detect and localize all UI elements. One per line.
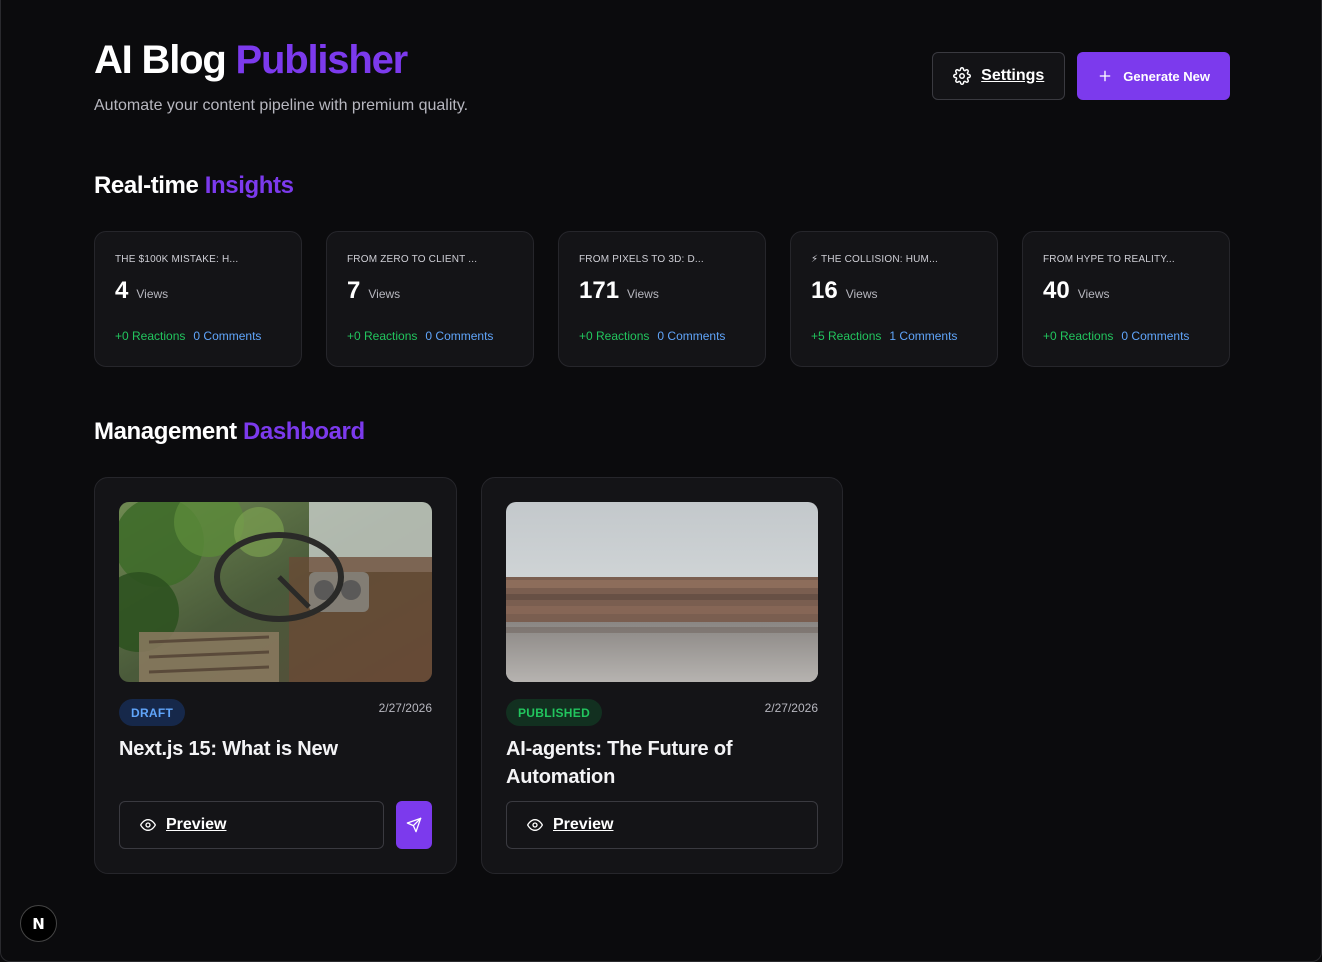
insight-views: 40 Views: [1043, 277, 1209, 305]
settings-label: Settings: [981, 67, 1045, 84]
header-actions: Settings Generate New: [932, 52, 1230, 100]
post-cards: DRAFT 2/27/2026 Next.js 15: What is New …: [94, 477, 843, 874]
status-badge: PUBLISHED: [506, 699, 603, 726]
plus-icon: [1097, 68, 1113, 84]
insight-engagement: +0 Reactions 0 Comments: [1043, 329, 1189, 343]
insights-cards: THE $100K MISTAKE: H... 4 Views +0 Reacti…: [94, 231, 1230, 367]
preview-button[interactable]: Preview: [506, 801, 818, 849]
views-unit: Views: [368, 287, 401, 301]
views-count: 7: [347, 277, 361, 304]
dashboard-heading-accent: Dashboard: [242, 418, 365, 445]
insight-post-title: ⚡ THE COLLISION: HUM...: [811, 254, 939, 265]
post-date: 2/27/2026: [764, 701, 818, 715]
views-unit: Views: [1077, 287, 1110, 301]
nextjs-dev-badge[interactable]: N: [20, 905, 57, 942]
insight-views: 7 Views: [347, 277, 513, 305]
insight-views: 4 Views: [115, 277, 281, 305]
post-cover-image: [506, 502, 818, 682]
reactions-count: +5 Reactions: [811, 329, 882, 343]
views-count: 16: [811, 277, 838, 304]
post-cover-image: [119, 502, 432, 682]
title-accent: Publisher: [235, 38, 409, 82]
preview-button[interactable]: Preview: [119, 801, 384, 849]
comments-count: 0 Comments: [657, 329, 726, 343]
status-badge: DRAFT: [119, 699, 186, 726]
comments-count: 0 Comments: [425, 329, 494, 343]
comments-count: 1 Comments: [889, 329, 958, 343]
insight-post-title: FROM HYPE TO REALITY...: [1043, 254, 1175, 265]
dashboard-heading: Management Dashboard: [94, 418, 365, 446]
dashboard-heading-primary: Management: [94, 418, 237, 445]
eye-icon: [527, 817, 543, 833]
views-count: 171: [579, 277, 620, 304]
views-count: 4: [115, 277, 129, 304]
insight-post-title: FROM PIXELS TO 3D: D...: [579, 254, 704, 265]
post-title: AI-agents: The Future of Automation: [506, 738, 733, 788]
insight-views: 171 Views: [579, 277, 745, 305]
preview-label: Preview: [553, 816, 614, 833]
reactions-count: +0 Reactions: [1043, 329, 1114, 343]
post-date: 2/27/2026: [378, 701, 432, 715]
insight-engagement: +0 Reactions 0 Comments: [347, 329, 493, 343]
app-window: AI Blog Publisher Automate your content …: [0, 0, 1322, 962]
views-count: 40: [1043, 277, 1070, 304]
insight-post-title: FROM ZERO TO CLIENT ...: [347, 254, 478, 265]
reactions-count: +0 Reactions: [579, 329, 650, 343]
reactions-count: +0 Reactions: [347, 329, 418, 343]
page-subtitle: Automate your content pipeline with prem…: [94, 97, 469, 114]
page-title: AI Blog Publisher: [94, 38, 409, 83]
gear-icon: [953, 67, 972, 85]
insight-card[interactable]: FROM ZERO TO CLIENT ... 7 Views +0 Reacti…: [326, 231, 534, 367]
insight-card[interactable]: FROM PIXELS TO 3D: D... 171 Views +0 Reac…: [558, 231, 766, 367]
insights-heading-accent: Insights: [204, 172, 294, 199]
views-unit: Views: [627, 287, 659, 301]
send-icon: [406, 817, 422, 833]
generate-label: Generate New: [1123, 68, 1210, 84]
page-header: AI Blog Publisher Automate your content …: [94, 0, 1230, 140]
main-container: AI Blog Publisher Automate your content …: [94, 0, 1230, 874]
insight-engagement: +0 Reactions 0 Comments: [579, 329, 725, 343]
insight-engagement: +0 Reactions 0 Comments: [115, 329, 261, 343]
preview-label: Preview: [166, 816, 227, 833]
insight-post-title: THE $100K MISTAKE: H...: [115, 254, 239, 265]
post-card: PUBLISHED 2/27/2026 AI-agents: The Futur…: [481, 477, 843, 874]
views-unit: Views: [136, 287, 169, 301]
insight-card[interactable]: THE $100K MISTAKE: H... 4 Views +0 Reacti…: [94, 231, 302, 367]
title-primary: AI Blog: [94, 38, 227, 82]
insights-heading: Real-time Insights: [94, 172, 294, 200]
insight-card[interactable]: ⚡ THE COLLISION: HUM... 16 Views +5 React…: [790, 231, 998, 367]
comments-count: 0 Comments: [193, 329, 262, 343]
generate-new-button[interactable]: Generate New: [1077, 52, 1230, 100]
post-title: Next.js 15: What is New: [119, 738, 338, 760]
comments-count: 0 Comments: [1121, 329, 1190, 343]
eye-icon: [140, 817, 156, 833]
insight-views: 16 Views: [811, 277, 977, 305]
post-card: DRAFT 2/27/2026 Next.js 15: What is New …: [94, 477, 457, 874]
settings-button[interactable]: Settings: [932, 52, 1066, 100]
insight-card[interactable]: FROM HYPE TO REALITY... 40 Views +0 React…: [1022, 231, 1230, 367]
publish-button[interactable]: [396, 801, 432, 849]
insight-engagement: +5 Reactions 1 Comments: [811, 329, 957, 343]
views-unit: Views: [845, 287, 878, 301]
reactions-count: +0 Reactions: [115, 329, 186, 343]
insights-heading-primary: Real-time: [94, 172, 199, 199]
